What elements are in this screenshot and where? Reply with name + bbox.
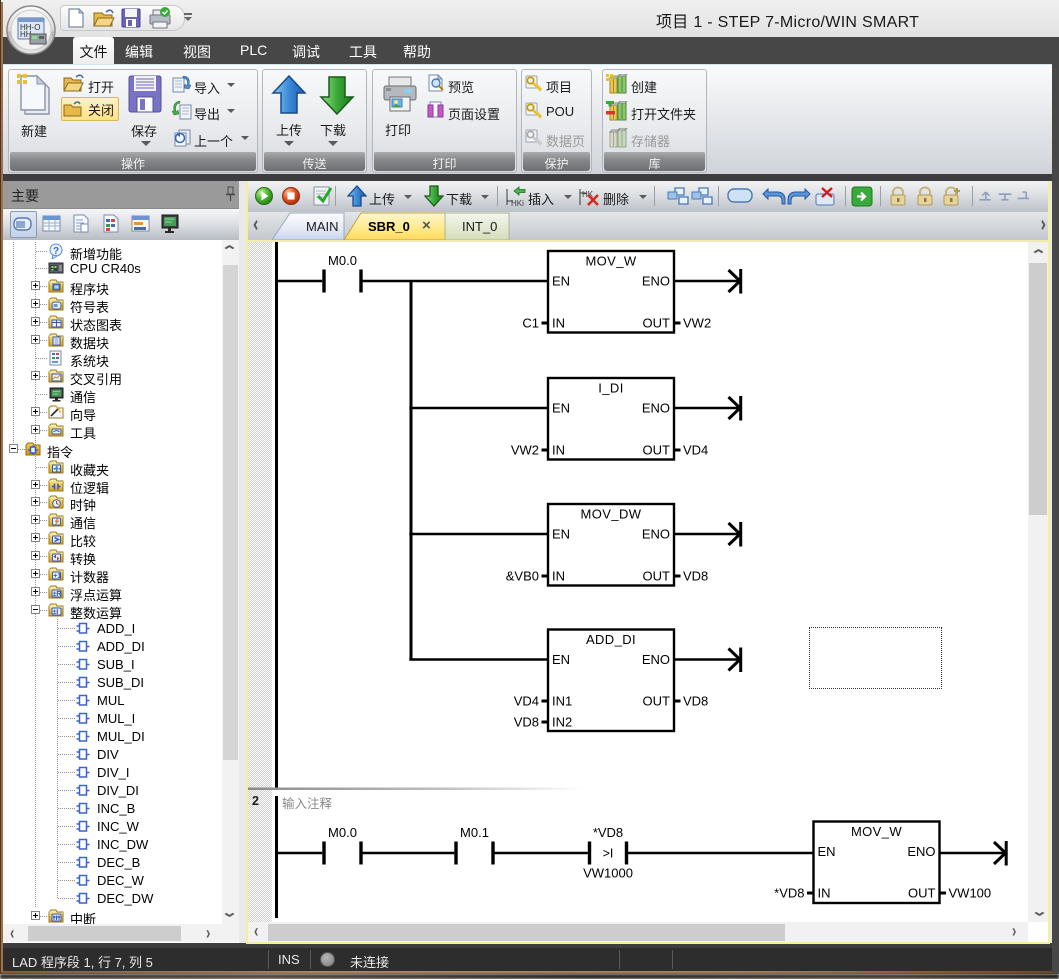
svg-text:M0.0: M0.0 (328, 253, 357, 268)
svg-text:ADD_DI: ADD_DI (586, 632, 636, 647)
svg-text:MOV_DW: MOV_DW (581, 507, 642, 522)
svg-text:HKi: HKi (511, 199, 524, 208)
svg-text:VW100: VW100 (949, 886, 992, 901)
svg-text:VD8: VD8 (683, 694, 708, 709)
svg-text:*VD8: *VD8 (774, 886, 804, 901)
svg-text:EN: EN (818, 844, 836, 859)
svg-text:OUT: OUT (643, 694, 671, 709)
svg-text:I_DI: I_DI (598, 381, 623, 396)
svg-text:OUT: OUT (643, 443, 671, 458)
svg-text:M0.0: M0.0 (328, 825, 357, 840)
svg-text:VD4: VD4 (683, 443, 708, 458)
svg-text:IN2: IN2 (552, 715, 572, 730)
svg-text:EN: EN (552, 401, 570, 416)
svg-text:+1: +1 (53, 573, 61, 580)
svg-text:IN: IN (552, 569, 565, 584)
svg-text:VD8: VD8 (683, 569, 708, 584)
svg-text:C1: C1 (522, 316, 539, 331)
svg-text:输入注释: 输入注释 (282, 796, 333, 811)
svg-text:MOV_W: MOV_W (851, 824, 902, 839)
svg-text:EN: EN (552, 652, 570, 667)
svg-text:OUT: OUT (643, 569, 671, 584)
svg-text:ENO: ENO (907, 844, 935, 859)
svg-text:VW2: VW2 (683, 316, 711, 331)
svg-text:IN1: IN1 (552, 694, 572, 709)
svg-text:±I: ±I (53, 609, 59, 616)
svg-text:IN: IN (552, 316, 565, 331)
svg-text:*VD8: *VD8 (593, 825, 623, 840)
svg-text:IN: IN (552, 443, 565, 458)
svg-text:?: ? (53, 246, 59, 257)
svg-text:2: 2 (252, 794, 259, 808)
svg-text:OUT: OUT (643, 316, 671, 331)
svg-text:MOV_W: MOV_W (585, 254, 636, 269)
svg-text:>I: >I (603, 847, 614, 861)
svg-text:EN: EN (552, 527, 570, 542)
svg-text:M0.1: M0.1 (460, 825, 489, 840)
svg-text:VD8: VD8 (514, 715, 539, 730)
svg-text:OUT: OUT (908, 886, 936, 901)
svg-text:ENO: ENO (642, 527, 670, 542)
svg-text:VD4: VD4 (514, 694, 539, 709)
svg-text:EN: EN (552, 274, 570, 289)
svg-text:ENO: ENO (642, 401, 670, 416)
svg-text:IN: IN (818, 886, 831, 901)
svg-text:±R: ±R (53, 591, 62, 598)
svg-text:VW1000: VW1000 (583, 866, 633, 881)
svg-text:ENO: ENO (642, 274, 670, 289)
svg-text:VW2: VW2 (511, 443, 539, 458)
svg-text:&VB0: &VB0 (506, 569, 539, 584)
svg-text:ENO: ENO (642, 652, 670, 667)
